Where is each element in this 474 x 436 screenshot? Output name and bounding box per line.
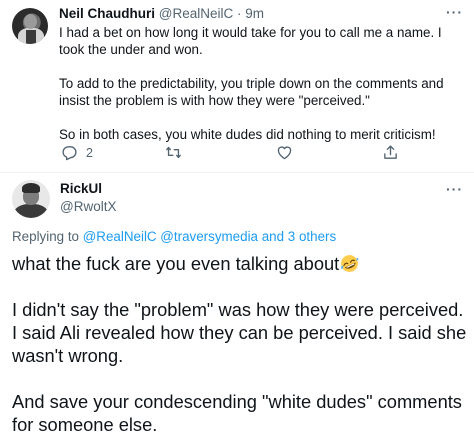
- separator: ·: [237, 6, 242, 21]
- tweet-neil-chaudhuri[interactable]: Neil Chaudhuri @RealNeilC · 9m ··· I had…: [0, 0, 474, 172]
- author-name[interactable]: RickUl: [60, 181, 102, 196]
- tweet-paragraph: I didn't say the "problem" was how they …: [12, 299, 467, 366]
- tweet-paragraph: To add to the predictability, you triple…: [59, 76, 444, 108]
- tweet-first-line: what the fuck are you even talking about: [12, 253, 340, 274]
- like-icon: [277, 146, 292, 160]
- tweet-paragraph: I had a bet on how long it would take fo…: [59, 25, 442, 57]
- reply-count: 2: [86, 145, 93, 160]
- retweet-button[interactable]: [164, 144, 183, 161]
- avatar[interactable]: [12, 8, 48, 44]
- tweet-actions: 2: [59, 144, 419, 162]
- tweet-text: I had a bet on how long it would take fo…: [59, 24, 469, 143]
- more-icon[interactable]: ···: [446, 181, 463, 197]
- tweet-paragraph: what the fuck are you even talking about: [12, 252, 470, 275]
- timestamp[interactable]: 9m: [245, 6, 264, 21]
- reply-button[interactable]: 2: [61, 144, 93, 161]
- author-handle[interactable]: @RealNeilC: [159, 6, 233, 21]
- author-name[interactable]: Neil Chaudhuri: [59, 6, 155, 21]
- more-icon[interactable]: ···: [446, 4, 463, 20]
- tweet-paragraph: So in both cases, you white dudes did no…: [59, 127, 436, 142]
- tweet-header: Neil Chaudhuri @RealNeilC · 9m: [59, 6, 264, 21]
- tweet-text: what the fuck are you even talking about…: [12, 252, 470, 436]
- replying-prefix: Replying to: [12, 229, 83, 244]
- author-handle[interactable]: @RwoltX: [60, 199, 116, 214]
- tweet-paragraph: And save your condescending "white dudes…: [12, 391, 462, 435]
- rolling-on-floor-laughing-icon: [341, 255, 359, 272]
- replying-mentions[interactable]: @RealNeilC @traversymedia: [83, 229, 258, 244]
- replying-to: Replying to @RealNeilC @traversymedia an…: [12, 229, 336, 244]
- retweet-icon: [166, 146, 181, 159]
- like-button[interactable]: [276, 144, 293, 161]
- share-icon: [384, 145, 397, 159]
- share-button[interactable]: [382, 144, 399, 161]
- avatar[interactable]: [12, 180, 50, 218]
- reply-icon: [62, 146, 77, 161]
- replying-others[interactable]: and 3 others: [258, 229, 336, 244]
- tweet-rickul[interactable]: RickUl @RwoltX ··· Replying to @RealNeil…: [0, 173, 474, 436]
